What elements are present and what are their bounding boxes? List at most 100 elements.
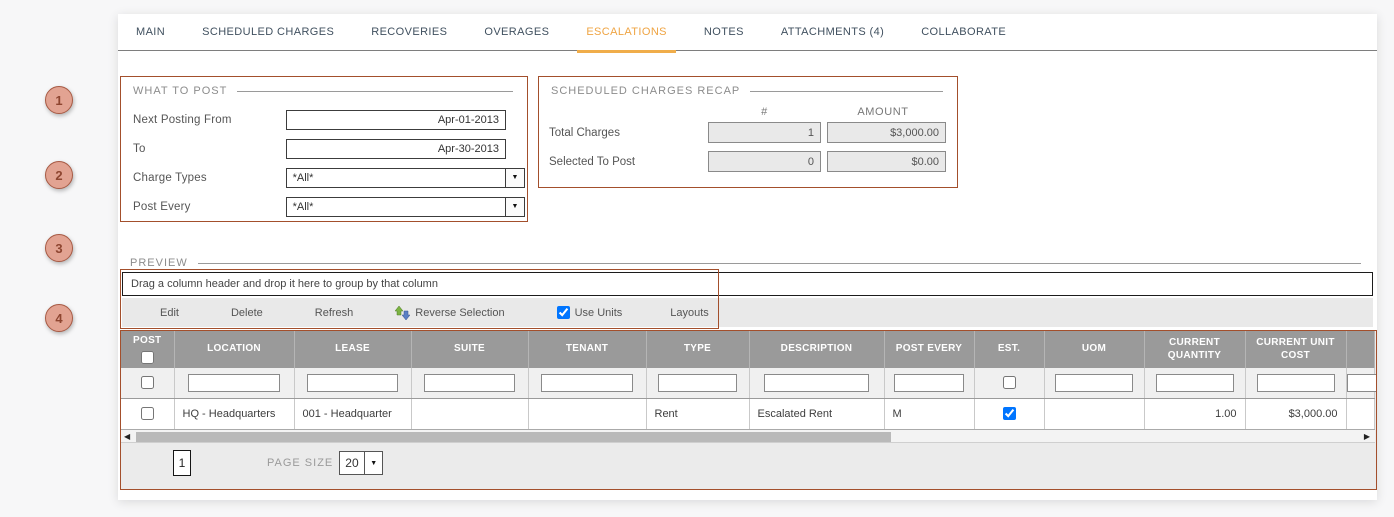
total-charges-label: Total Charges (549, 126, 620, 139)
column-header-current-unit-cost[interactable]: CURRENT UNIT COST (1245, 331, 1347, 368)
escalations-panel: MAIN SCHEDULED CHARGES RECOVERIES OVERAG… (118, 14, 1377, 500)
tab-collaborate[interactable]: COLLABORATE (921, 14, 1006, 51)
cell-overflow (1346, 398, 1375, 429)
page-size-value: 20 (345, 456, 359, 470)
column-header-location[interactable]: LOCATION (174, 331, 295, 368)
filter-type-input[interactable] (657, 373, 738, 392)
column-header-current-quantity[interactable]: CURRENT QUANTITY (1144, 331, 1246, 368)
total-charges-amount: $3,000.00 (827, 122, 946, 143)
column-header-description[interactable]: DESCRIPTION (749, 331, 885, 368)
scroll-left-arrow-icon[interactable]: ◀ (124, 431, 130, 443)
grid-toolbar: Edit Delete Refresh Reverse Selection Us… (122, 298, 1373, 327)
filter-tenant-input[interactable] (541, 373, 633, 392)
charge-types-value: *All* (292, 171, 314, 184)
title-rule (197, 262, 1361, 264)
tab-notes[interactable]: NOTES (704, 14, 744, 51)
page-1-button[interactable]: 1 (173, 450, 191, 476)
title-rule (750, 90, 943, 92)
filter-suite-input[interactable] (424, 373, 515, 392)
tab-attachments[interactable]: ATTACHMENTS (4) (781, 14, 884, 51)
callout-3: 3 (45, 234, 73, 262)
cell-suite (411, 398, 529, 429)
column-header-suite[interactable]: SUITE (411, 331, 529, 368)
column-header-est[interactable]: EST. (974, 331, 1045, 368)
grid-filter-row (121, 368, 1376, 399)
cell-description: Escalated Rent (749, 398, 885, 429)
chevron-down-icon[interactable]: ▼ (505, 168, 524, 187)
group-by-drop-zone[interactable]: Drag a column header and drop it here to… (122, 272, 1373, 296)
pager-bar: 1 PAGE SIZE 20 ▼ (121, 443, 1376, 483)
tab-scheduled-charges[interactable]: SCHEDULED CHARGES (202, 14, 334, 51)
cell-tenant (528, 398, 647, 429)
use-units-label: Use Units (574, 306, 623, 319)
filter-uom-input[interactable] (1055, 373, 1133, 392)
next-posting-from-label: Next Posting From (133, 113, 232, 126)
to-label: To (133, 142, 146, 155)
page-size-select[interactable]: 20 ▼ (339, 451, 384, 475)
callout-2: 2 (45, 161, 73, 189)
chevron-down-icon[interactable]: ▼ (364, 452, 382, 474)
grid-header-row: POST LOCATION LEASE SUITE TENANT TYPE DE… (121, 331, 1375, 368)
filter-est-checkbox[interactable] (1002, 376, 1016, 390)
count-column-header: # (761, 106, 768, 118)
column-header-post[interactable]: POST (121, 331, 175, 368)
tab-bar: MAIN SCHEDULED CHARGES RECOVERIES OVERAG… (118, 14, 1377, 53)
column-header-tenant[interactable]: TENANT (528, 331, 647, 368)
column-header-type[interactable]: TYPE (646, 331, 750, 368)
tab-recoveries[interactable]: RECOVERIES (371, 14, 447, 51)
page-size-label: PAGE SIZE (267, 457, 334, 469)
cell-location: HQ - Headquarters (174, 398, 295, 429)
filter-post-every-input[interactable] (894, 373, 964, 392)
column-header-uom[interactable]: UOM (1044, 331, 1145, 368)
callout-4: 4 (45, 304, 73, 332)
title-rule (237, 90, 513, 92)
charge-types-select[interactable]: *All* ▼ (285, 167, 525, 188)
delete-button[interactable]: Delete (231, 307, 263, 319)
use-units-checkbox[interactable] (556, 306, 570, 319)
total-charges-count: 1 (708, 122, 821, 143)
charge-types-label: Charge Types (133, 171, 207, 184)
reverse-selection-label: Reverse Selection (415, 306, 505, 319)
post-every-label: Post Every (133, 200, 191, 213)
section-label: PREVIEW (130, 257, 188, 269)
row-est-checkbox[interactable] (1002, 407, 1016, 421)
filter-current-quantity-input[interactable] (1155, 373, 1234, 392)
filter-current-unit-cost-input[interactable] (1256, 373, 1335, 392)
selected-to-post-count: 0 (708, 151, 821, 172)
scrollbar-thumb[interactable] (136, 432, 891, 442)
filter-description-input[interactable] (764, 373, 869, 392)
post-every-select[interactable]: *All* ▼ (285, 196, 525, 217)
edit-button[interactable]: Edit (160, 307, 179, 319)
tab-main[interactable]: MAIN (136, 14, 165, 51)
refresh-button[interactable]: Refresh (315, 307, 354, 319)
selected-to-post-label: Selected To Post (549, 155, 636, 168)
filter-overflow-input[interactable] (1346, 373, 1376, 392)
tab-escalations[interactable]: ESCALATIONS (577, 14, 676, 53)
selected-to-post-amount: $0.00 (827, 151, 946, 172)
layouts-button[interactable]: Layouts (670, 307, 709, 319)
to-input[interactable]: Apr-30-2013 (286, 138, 506, 159)
row-post-checkbox[interactable] (140, 407, 154, 421)
next-posting-from-input[interactable]: Apr-01-2013 (286, 109, 506, 130)
column-header-overflow (1346, 331, 1375, 368)
reverse-selection-icon (395, 305, 411, 320)
use-units-toggle[interactable]: Use Units (556, 306, 623, 319)
column-header-post-every[interactable]: POST EVERY (884, 331, 975, 368)
tab-overages[interactable]: OVERAGES (484, 14, 549, 51)
select-all-checkbox[interactable] (140, 350, 154, 364)
filter-location-input[interactable] (187, 373, 281, 392)
cell-post-every: M (884, 398, 975, 429)
cell-lease: 001 - Headquarter (294, 398, 412, 429)
recap-title: SCHEDULED CHARGES RECAP (539, 77, 957, 97)
scroll-right-arrow-icon[interactable]: ▶ (1364, 431, 1370, 443)
reverse-selection-button[interactable]: Reverse Selection (395, 305, 505, 321)
section-label: SCHEDULED CHARGES RECAP (551, 85, 741, 97)
grid-data-row[interactable]: HQ - Headquarters 001 - Headquarter Rent… (121, 398, 1375, 429)
chevron-down-icon[interactable]: ▼ (505, 197, 524, 216)
filter-lease-input[interactable] (307, 373, 398, 392)
column-header-lease[interactable]: LEASE (294, 331, 412, 368)
cell-type: Rent (646, 398, 750, 429)
horizontal-scrollbar[interactable]: ◀ ▶ (121, 429, 1375, 443)
what-to-post-title: WHAT TO POST (121, 77, 527, 97)
filter-post-checkbox[interactable] (140, 376, 154, 390)
